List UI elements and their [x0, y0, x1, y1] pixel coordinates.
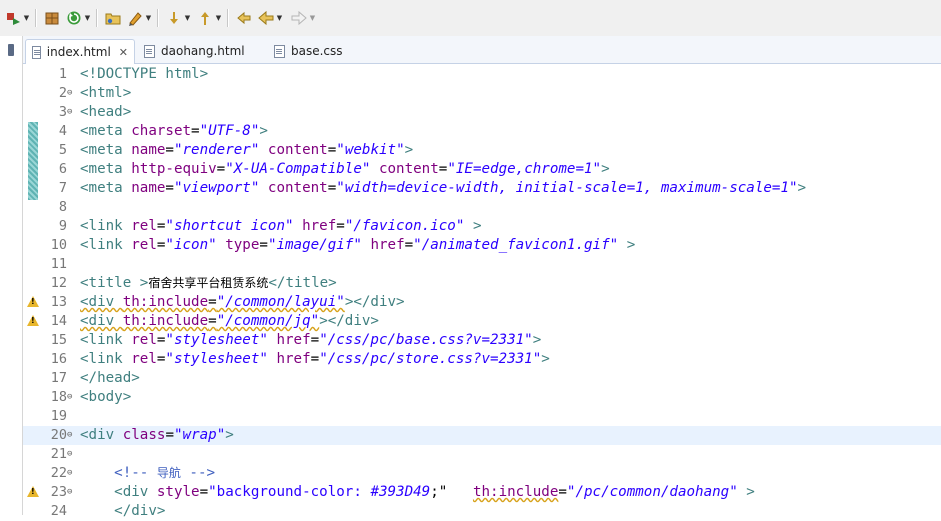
- fold-icon[interactable]: ⊖: [67, 464, 77, 483]
- fold-icon[interactable]: ⊖: [67, 103, 77, 122]
- close-tab-icon[interactable]: ✕: [119, 46, 128, 59]
- previous-annotation-dropdown[interactable]: ▼: [214, 9, 223, 27]
- code-line: 3 ⊖ <head>: [58, 103, 132, 122]
- code-line: 5 <meta name="renderer" content="webkit">: [58, 142, 414, 158]
- pen-tool-dropdown[interactable]: ▼: [144, 9, 153, 27]
- code-line: 16 <link rel="stylesheet" href="/css/pc/s…: [50, 351, 550, 367]
- code-line: 19: [50, 408, 67, 424]
- open-folder-icon[interactable]: [104, 9, 122, 27]
- forward-arrow-icon[interactable]: [290, 9, 308, 27]
- tab-index-html[interactable]: index.html ✕: [25, 39, 135, 64]
- code-line: 15 <link rel="stylesheet" href="/css/pc/b…: [50, 332, 542, 348]
- back-dropdown[interactable]: ▼: [275, 9, 284, 27]
- toolbar-separator: [227, 9, 229, 27]
- code-line: 22 ⊖ <!-- 导航 -->: [50, 464, 216, 483]
- editor-tab-bar: index.html ✕ daohang.html base.css: [23, 36, 941, 64]
- last-edit-location-icon[interactable]: [235, 9, 253, 27]
- code-line: 23 ⊖ <div style="background-color: #393D4…: [50, 483, 755, 502]
- code-line: 21 ⊖: [23, 445, 941, 464]
- fold-icon[interactable]: ⊖: [67, 426, 77, 445]
- code-line: 2 ⊖ <html>: [58, 84, 132, 103]
- code-line: 24 </div>: [50, 503, 166, 519]
- code-line: 11: [50, 256, 67, 272]
- code-line-current: 20 ⊖ <div class="wrap">: [23, 426, 941, 445]
- toolbar-separator: [96, 9, 98, 27]
- code-line: 9 <link rel="shortcut icon" href="/favico…: [58, 218, 482, 234]
- package-icon[interactable]: [43, 9, 61, 27]
- css-file-icon: [274, 44, 285, 58]
- tab-daohang-html[interactable]: daohang.html: [138, 39, 258, 63]
- panel-marker: [8, 44, 14, 56]
- back-arrow-icon[interactable]: [257, 9, 275, 27]
- code-line: 10 <link rel="icon" type="image/gif" href…: [50, 237, 636, 253]
- code-line: 13 <div th:include="/common/layui"></div>: [50, 294, 405, 310]
- next-annotation-icon[interactable]: [165, 9, 183, 27]
- fold-icon[interactable]: ⊖: [67, 445, 77, 464]
- run-icon[interactable]: [65, 9, 83, 27]
- html-file-icon: [144, 44, 155, 58]
- pen-tool-icon[interactable]: [126, 9, 144, 27]
- code-editor[interactable]: 1<!DOCTYPE html> 2⊖<html> 3⊖<head> 4<met…: [23, 64, 941, 519]
- code-line: 4 <meta charset="UTF-8">: [58, 123, 268, 139]
- run-dropdown[interactable]: ▼: [83, 9, 92, 27]
- debug-run-dropdown[interactable]: ▼: [22, 9, 31, 27]
- previous-annotation-icon[interactable]: [196, 9, 214, 27]
- main-toolbar: ▼ ▼ ▼ ▼ ▼ ▼ ▼: [0, 0, 941, 36]
- code-line: 6 <meta http-equiv="X-UA-Compatible" cont…: [58, 161, 610, 177]
- code-line: 12 <title >宿舍共享平台租赁系统</title>: [50, 275, 337, 291]
- code-line: 8: [58, 199, 67, 215]
- code-line: 7 <meta name="viewport" content="width=de…: [58, 180, 807, 196]
- tab-label: index.html: [46, 45, 111, 59]
- left-panel-strip: [0, 36, 23, 515]
- toolbar-separator: [157, 9, 159, 27]
- code-line: 18 ⊖ <body>: [50, 388, 132, 407]
- fold-icon[interactable]: ⊖: [67, 388, 77, 407]
- debug-run-icon[interactable]: [4, 9, 22, 27]
- tab-base-css[interactable]: base.css: [268, 39, 358, 63]
- toolbar-separator: [35, 9, 37, 27]
- code-line: 1 <!DOCTYPE html>: [58, 66, 209, 82]
- fold-icon[interactable]: ⊖: [67, 483, 77, 502]
- fold-icon[interactable]: ⊖: [67, 84, 77, 103]
- tab-label: base.css: [291, 44, 343, 58]
- next-annotation-dropdown[interactable]: ▼: [183, 9, 192, 27]
- code-line: 14 <div th:include="/common/jq"></div>: [50, 313, 379, 329]
- tab-label: daohang.html: [161, 44, 245, 58]
- code-line: 17 </head>: [50, 370, 140, 386]
- html-file-icon: [32, 45, 41, 59]
- forward-dropdown[interactable]: ▼: [308, 9, 317, 27]
